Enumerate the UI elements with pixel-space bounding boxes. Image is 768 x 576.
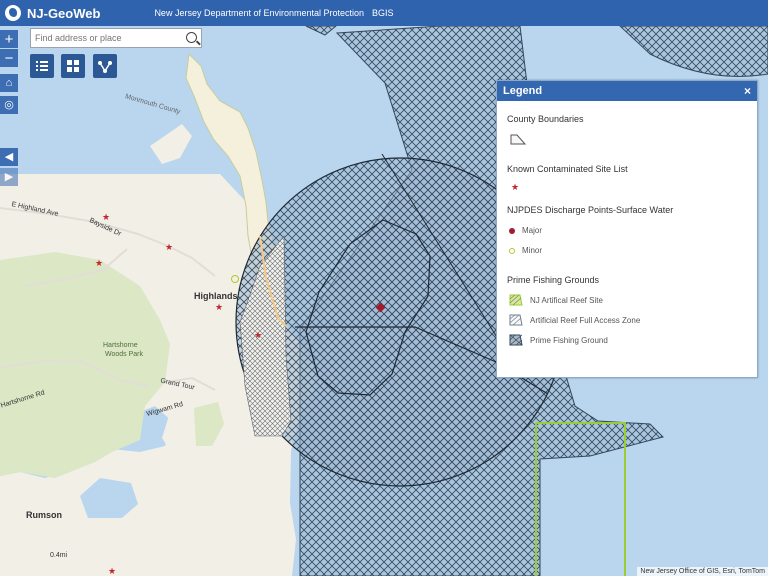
arrow-left-icon: ◀ — [4, 150, 14, 163]
map-label-hartshorne: Hartshorne — [103, 342, 138, 349]
locate-icon: ◎ — [4, 98, 14, 111]
map-label-rumson: Rumson — [26, 510, 62, 520]
legend-item-prime-ground: Prime Fishing Ground — [509, 334, 608, 346]
contaminated-site-marker[interactable]: ★ — [254, 330, 262, 341]
reef-site-symbol — [509, 294, 523, 306]
full-access-zone-symbol — [509, 314, 523, 326]
globe-icon — [5, 5, 21, 21]
county-boundary-symbol — [510, 134, 527, 145]
forward-extent-button[interactable]: ▶ — [0, 168, 18, 186]
minor-discharge-point[interactable] — [231, 275, 239, 283]
bgis-link[interactable]: BGIS — [372, 8, 394, 18]
legend-title: Legend — [503, 85, 543, 97]
close-icon[interactable]: × — [744, 84, 751, 98]
map-attribution: New Jersey Office of GIS, Esri, TomTom — [637, 567, 768, 576]
layer-list-button[interactable] — [30, 54, 54, 78]
app-header: NJ-GeoWeb New Jersey Department of Envir… — [0, 0, 768, 26]
arrow-right-icon: ▶ — [4, 170, 14, 183]
legend-group-county: County Boundaries — [507, 114, 584, 124]
legend-header: Legend × — [497, 81, 757, 101]
share-icon — [98, 61, 112, 73]
legend-item-major: Major — [509, 226, 542, 235]
contaminated-site-marker[interactable]: ★ — [215, 302, 223, 313]
agency-name: New Jersey Department of Environmental P… — [154, 8, 365, 18]
legend-group-contaminated: Known Contaminated Site List — [507, 164, 628, 174]
app-title: NJ-GeoWeb — [27, 5, 101, 21]
contaminated-site-marker[interactable]: ★ — [165, 242, 173, 253]
basemap-gallery-button[interactable] — [61, 54, 85, 78]
zoom-in-button[interactable]: + — [0, 30, 18, 48]
contaminated-site-marker[interactable]: ★ — [95, 258, 103, 269]
legend-item-reef-site: NJ Artifical Reef Site — [509, 294, 603, 306]
search-icon[interactable] — [186, 32, 197, 43]
map-label-highlands: Highlands — [194, 291, 238, 301]
star-icon: ★ — [511, 182, 520, 192]
minor-point-icon — [509, 247, 515, 254]
legend-item-minor: Minor — [509, 246, 542, 255]
map-scale: 0.4mi — [50, 552, 68, 559]
major-point-icon — [509, 227, 515, 234]
share-tool-button[interactable] — [93, 54, 117, 78]
grid-icon — [67, 60, 79, 72]
contaminated-site-marker[interactable]: ★ — [108, 566, 116, 576]
locate-button[interactable]: ◎ — [0, 96, 18, 114]
zoom-out-button[interactable]: − — [0, 49, 18, 67]
home-button[interactable]: ⌂ — [0, 74, 18, 92]
list-icon — [36, 61, 48, 71]
prime-fishing-ground-symbol — [509, 334, 523, 346]
map-label-woods-park: Woods Park — [105, 351, 143, 358]
legend-group-njpdes: NJPDES Discharge Points-Surface Water — [507, 205, 674, 215]
legend-group-prime-fishing: Prime Fishing Grounds — [507, 275, 600, 285]
home-icon: ⌂ — [5, 76, 13, 89]
legend-item-full-access: Artificial Reef Full Access Zone — [509, 314, 640, 326]
search-input[interactable] — [31, 29, 183, 47]
contaminated-site-marker[interactable]: ★ — [102, 212, 110, 223]
search-box[interactable] — [30, 28, 202, 48]
legend-panel: Legend × County Boundaries Known Contami… — [496, 80, 758, 378]
back-extent-button[interactable]: ◀ — [0, 148, 18, 166]
